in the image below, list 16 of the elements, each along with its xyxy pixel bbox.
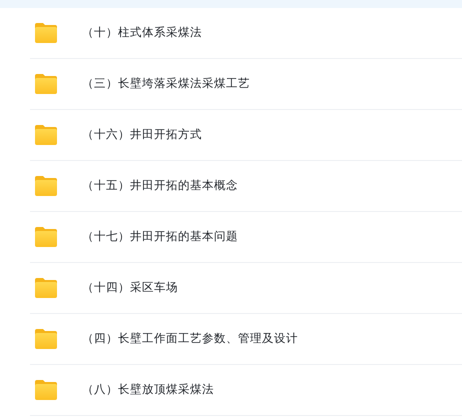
folder-name[interactable]: （十五）井田开拓的基本概念 (82, 177, 238, 195)
folder-name[interactable]: （八）长壁放顶煤采煤法 (82, 381, 214, 399)
folder-name[interactable]: （十七）井田开拓的基本问题 (82, 228, 238, 246)
folder-icon (34, 379, 58, 401)
folder-icon (34, 175, 58, 197)
folder-name[interactable]: （十四）采区车场 (82, 279, 178, 297)
folder-name[interactable]: （十六）井田开拓方式 (82, 126, 202, 144)
folder-name[interactable]: （四）长壁工作面工艺参数、管理及设计 (82, 330, 298, 348)
folder-icon (34, 226, 58, 248)
folder-name[interactable]: （三）长壁垮落采煤法采煤工艺 (82, 75, 250, 93)
folder-icon (34, 277, 58, 299)
folder-icon (34, 124, 58, 146)
folder-icon (34, 328, 58, 350)
folder-icon (34, 73, 58, 95)
folder-icon (34, 22, 58, 44)
folder-name[interactable]: （十）柱式体系采煤法 (82, 24, 202, 42)
